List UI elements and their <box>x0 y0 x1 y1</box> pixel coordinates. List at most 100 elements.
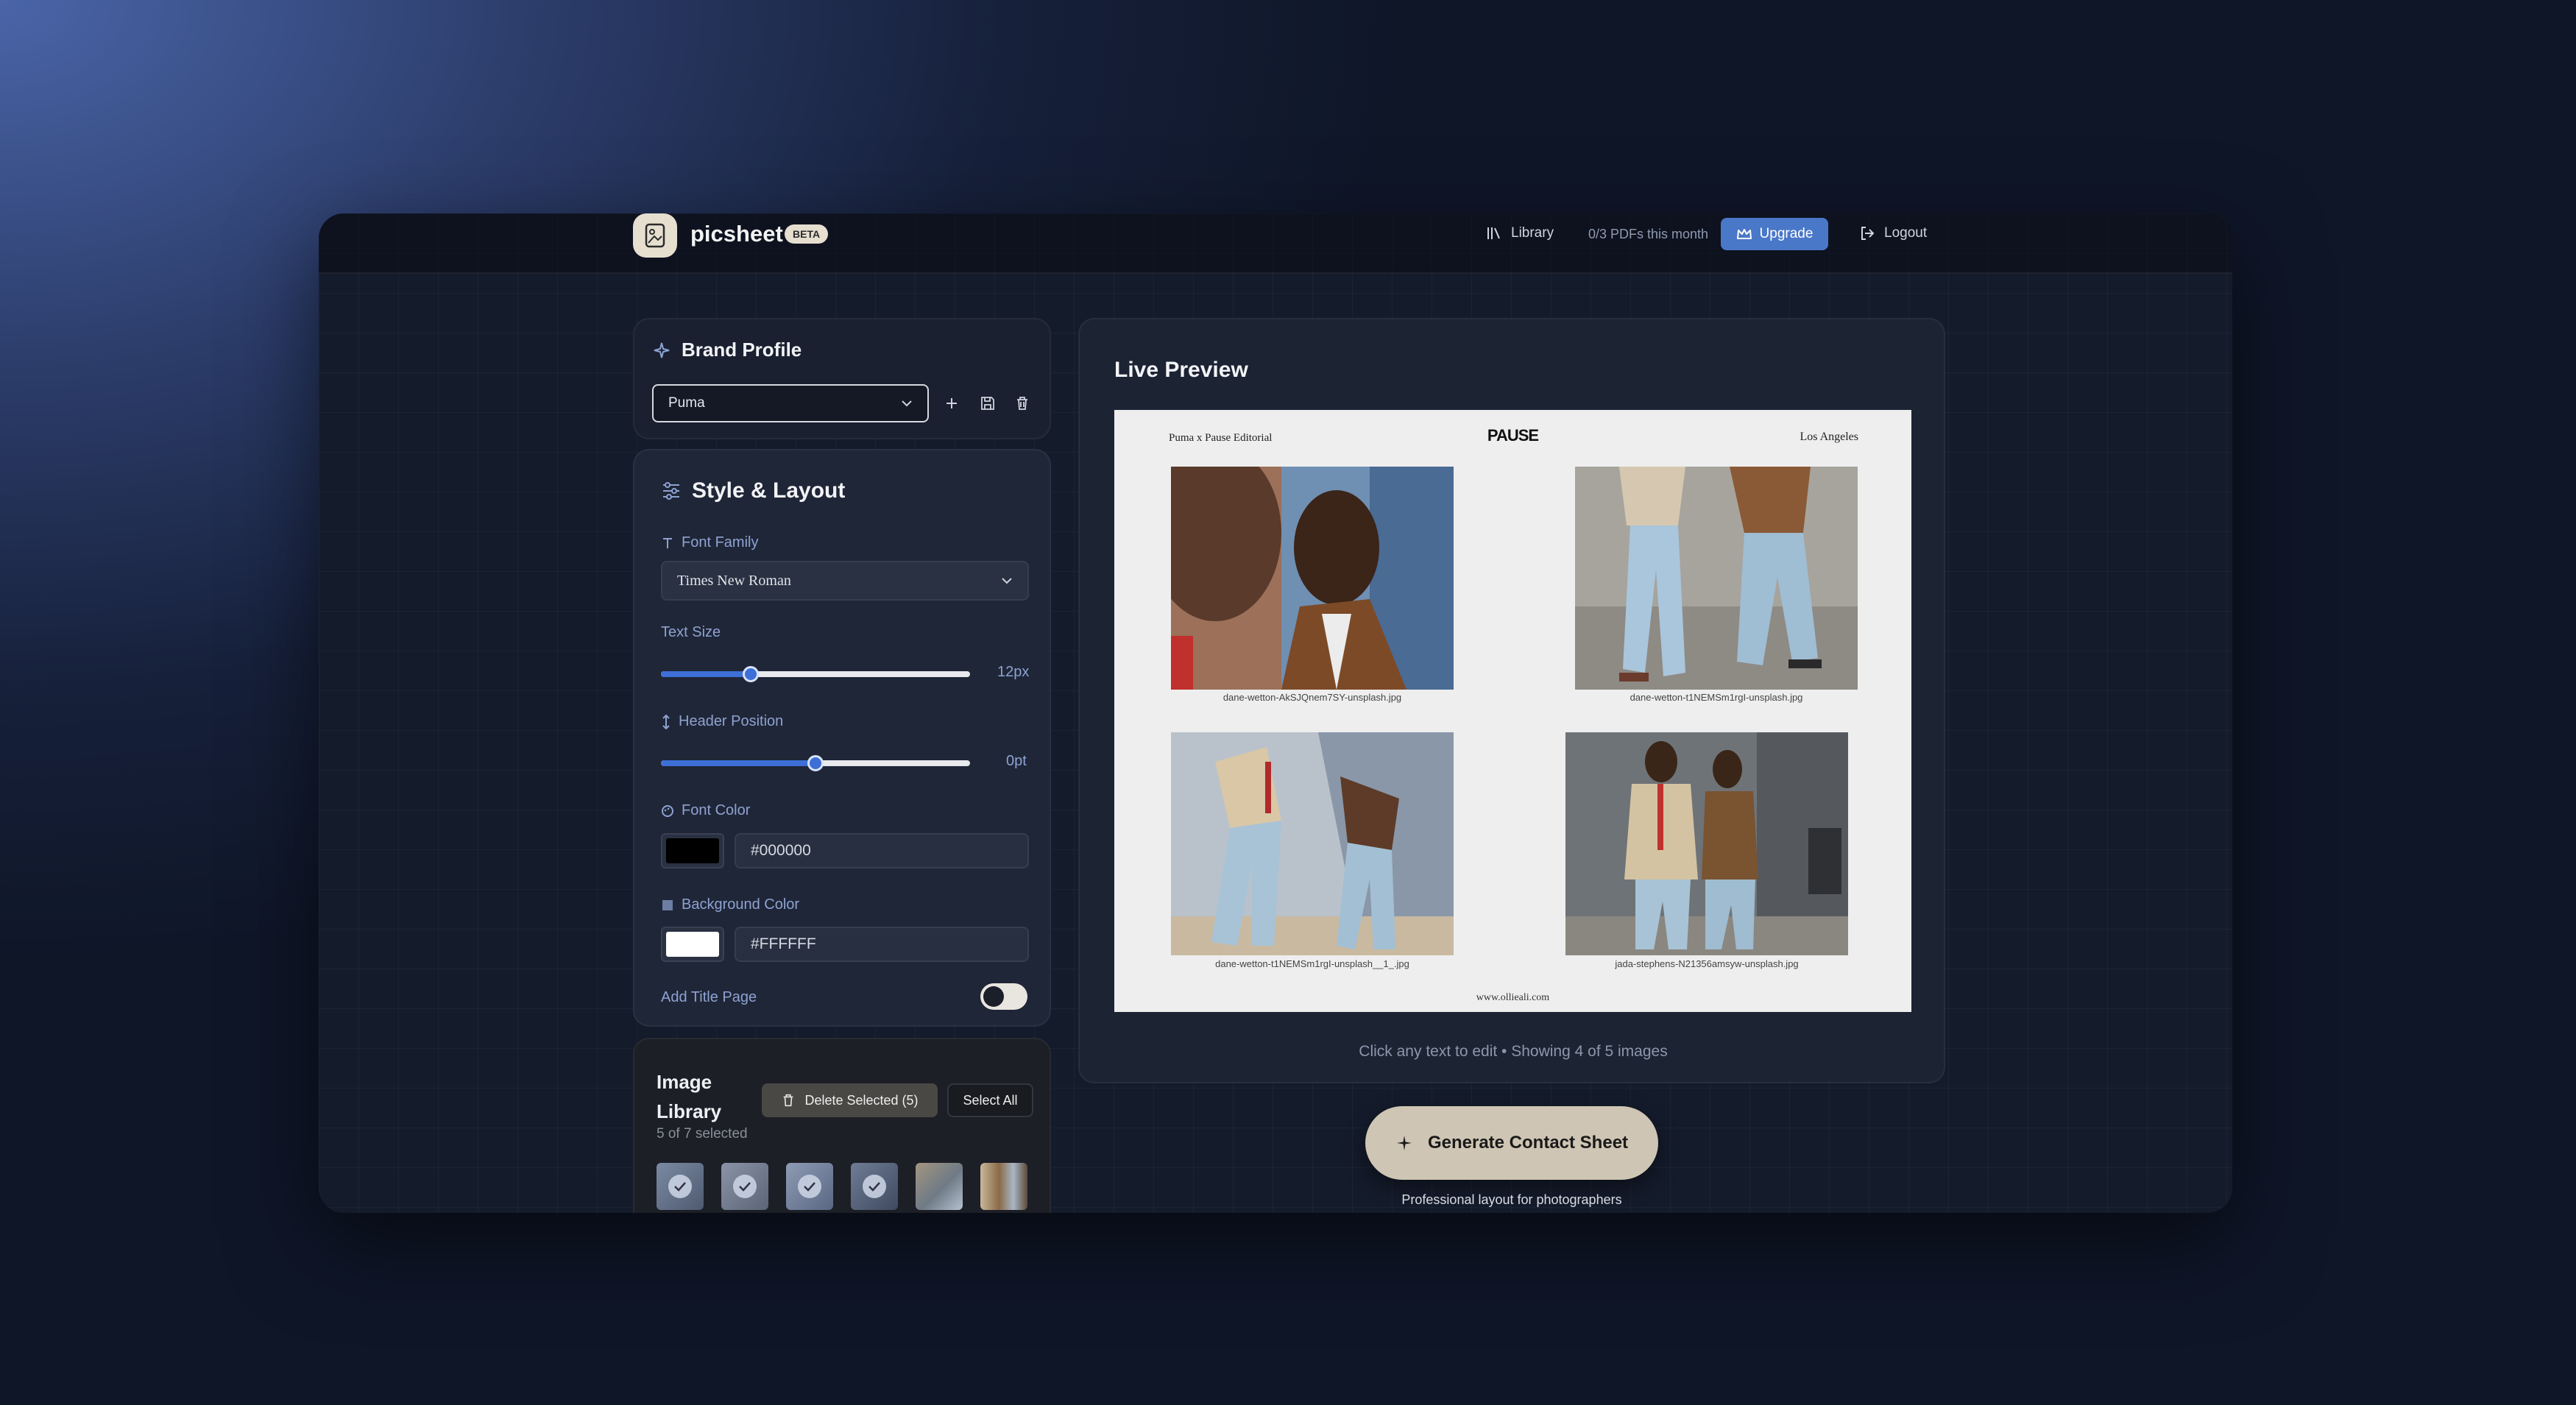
text-size-slider-fill <box>661 671 751 677</box>
brand-name: picsheet <box>690 221 783 247</box>
image-library-panel: Image Library 5 of 7 selected Delete Sel… <box>633 1038 1051 1213</box>
font-color-swatch[interactable] <box>661 833 724 868</box>
image-library-title: Image Library <box>657 1071 722 1122</box>
library-icon <box>1487 227 1500 239</box>
upgrade-button[interactable]: Upgrade <box>1721 218 1828 250</box>
generate-contact-sheet-button[interactable]: Generate Contact Sheet <box>1365 1106 1658 1180</box>
photo-leaning <box>1171 732 1454 955</box>
nav-library-link[interactable]: Library <box>1486 225 1554 241</box>
brand-profile-heading: Brand Profile <box>652 339 802 361</box>
brand-profile-value: Puma <box>668 395 705 411</box>
live-preview-title: Live Preview <box>1114 358 1248 382</box>
top-bar: picsheet BETA Library 0/3 PDFs this mont… <box>319 213 2232 274</box>
add-title-page-label-text: Add Title Page <box>661 989 757 1005</box>
background-color-label: Background Color <box>661 896 799 913</box>
live-preview-panel: Live Preview Puma x Pause Editorial PAUS… <box>1078 318 1945 1083</box>
background-color-input[interactable]: #FFFFFF <box>735 927 1029 962</box>
plus-icon <box>946 398 957 408</box>
sparkles-icon <box>654 342 670 358</box>
vertical-arrows-icon <box>662 714 670 729</box>
thumbnail-selected[interactable] <box>657 1163 704 1210</box>
image-library-selected-count: 5 of 7 selected <box>657 1126 748 1142</box>
checkmark-icon <box>798 1175 821 1198</box>
app-window: picsheet BETA Library 0/3 PDFs this mont… <box>319 213 2232 1213</box>
photo-caption[interactable]: jada-stephens-N21356amsyw-unsplash.jpg <box>1565 958 1848 969</box>
checkmark-icon <box>668 1175 692 1198</box>
type-icon <box>663 537 672 548</box>
text-size-slider-thumb[interactable] <box>742 666 759 682</box>
save-icon <box>981 397 994 410</box>
text-size-slider[interactable] <box>661 666 970 682</box>
header-position-slider[interactable] <box>661 755 970 771</box>
sparkles-icon <box>1396 1136 1412 1150</box>
font-color-input[interactable]: #000000 <box>735 833 1029 868</box>
font-color-label-text: Font Color <box>682 802 751 818</box>
thumbnail-selected[interactable] <box>721 1163 768 1210</box>
app-logo[interactable] <box>633 213 677 258</box>
delete-selected-button[interactable]: Delete Selected (5) <box>762 1083 938 1117</box>
header-position-slider-thumb[interactable] <box>807 755 824 771</box>
style-layout-panel: Style & Layout Font Family Times New Rom… <box>633 449 1051 1027</box>
sheet-header-logo[interactable]: PAUSE <box>1114 426 1911 445</box>
contact-sheet-preview: Puma x Pause Editorial PAUSE Los Angeles <box>1114 410 1911 1012</box>
font-color-swatch-fill <box>666 838 719 863</box>
thumbnail[interactable] <box>980 1163 1027 1210</box>
photo-caption[interactable]: dane-wetton-t1NEMSm1rgI-unsplash.jpg <box>1575 692 1858 703</box>
save-profile-button[interactable] <box>977 392 999 414</box>
header-position-label: Header Position <box>661 713 783 730</box>
add-title-page-toggle[interactable] <box>980 983 1027 1010</box>
generate-subtitle: Professional layout for photographers <box>1401 1192 1622 1207</box>
library-label: Library <box>1511 225 1554 241</box>
delete-profile-button[interactable] <box>1011 392 1033 414</box>
brand-profile-panel: Brand Profile Puma <box>633 318 1051 439</box>
square-icon <box>662 899 673 910</box>
trash-icon <box>784 1094 793 1107</box>
background-color-swatch-fill <box>666 932 719 957</box>
header-position-value: 0pt <box>1006 753 1027 769</box>
logout-label: Logout <box>1884 225 1928 241</box>
header-position-slider-fill <box>661 760 815 766</box>
generate-label: Generate Contact Sheet <box>1427 1133 1629 1153</box>
text-size-label-text: Text Size <box>661 624 721 640</box>
crown-icon <box>1736 229 1752 239</box>
photo-caption[interactable]: dane-wetton-t1NEMSm1rgI-unsplash__1_.jpg <box>1171 958 1454 969</box>
delete-selected-label: Delete Selected (5) <box>804 1092 919 1108</box>
brand-profile-title: Brand Profile <box>682 339 802 361</box>
font-color-input-value: #000000 <box>751 842 811 859</box>
sheet-header-right[interactable]: Los Angeles <box>1800 431 1858 444</box>
background-color-label-text: Background Color <box>682 896 800 913</box>
thumbnail-selected[interactable] <box>851 1163 898 1210</box>
add-profile-button[interactable] <box>941 392 963 414</box>
brand-profile-select[interactable]: Puma <box>652 384 929 422</box>
photo-walking <box>1575 467 1858 690</box>
text-size-value: 12px <box>997 664 1030 680</box>
thumbnail-selected[interactable] <box>786 1163 833 1210</box>
photo-portrait <box>1171 467 1454 690</box>
background-color-input-value: #FFFFFF <box>751 935 816 952</box>
checkmark-icon <box>733 1175 757 1198</box>
sliders-icon <box>663 482 679 500</box>
font-color-label: Font Color <box>661 802 750 819</box>
logout-icon <box>1861 227 1875 240</box>
select-all-button[interactable]: Select All <box>947 1083 1033 1117</box>
upgrade-label: Upgrade <box>1759 226 1814 241</box>
palette-icon <box>662 804 673 817</box>
add-title-page-label: Add Title Page <box>661 989 757 1006</box>
header-position-label-text: Header Position <box>679 713 784 729</box>
font-family-value: Times New Roman <box>677 572 791 589</box>
chevron-down-icon <box>1002 578 1012 584</box>
background-color-swatch[interactable] <box>661 927 724 962</box>
sheet-footer[interactable]: www.ollieali.com <box>1114 992 1911 1004</box>
thumbnail[interactable] <box>916 1163 963 1210</box>
logout-button[interactable]: Logout <box>1859 225 1927 241</box>
photo-standing-pair <box>1565 732 1848 955</box>
photo-caption[interactable]: dane-wetton-AkSJQnem7SY-unsplash.jpg <box>1171 692 1454 703</box>
trash-icon <box>1017 397 1027 410</box>
pdf-usage-count: 0/3 PDFs this month <box>1588 227 1709 241</box>
font-family-select[interactable]: Times New Roman <box>661 561 1029 601</box>
style-layout-title: Style & Layout <box>692 478 846 503</box>
beta-badge: BETA <box>785 224 829 244</box>
chevron-down-icon <box>902 400 912 407</box>
preview-note: Click any text to edit • Showing 4 of 5 … <box>1359 1043 1668 1060</box>
font-family-label-text: Font Family <box>682 534 759 551</box>
